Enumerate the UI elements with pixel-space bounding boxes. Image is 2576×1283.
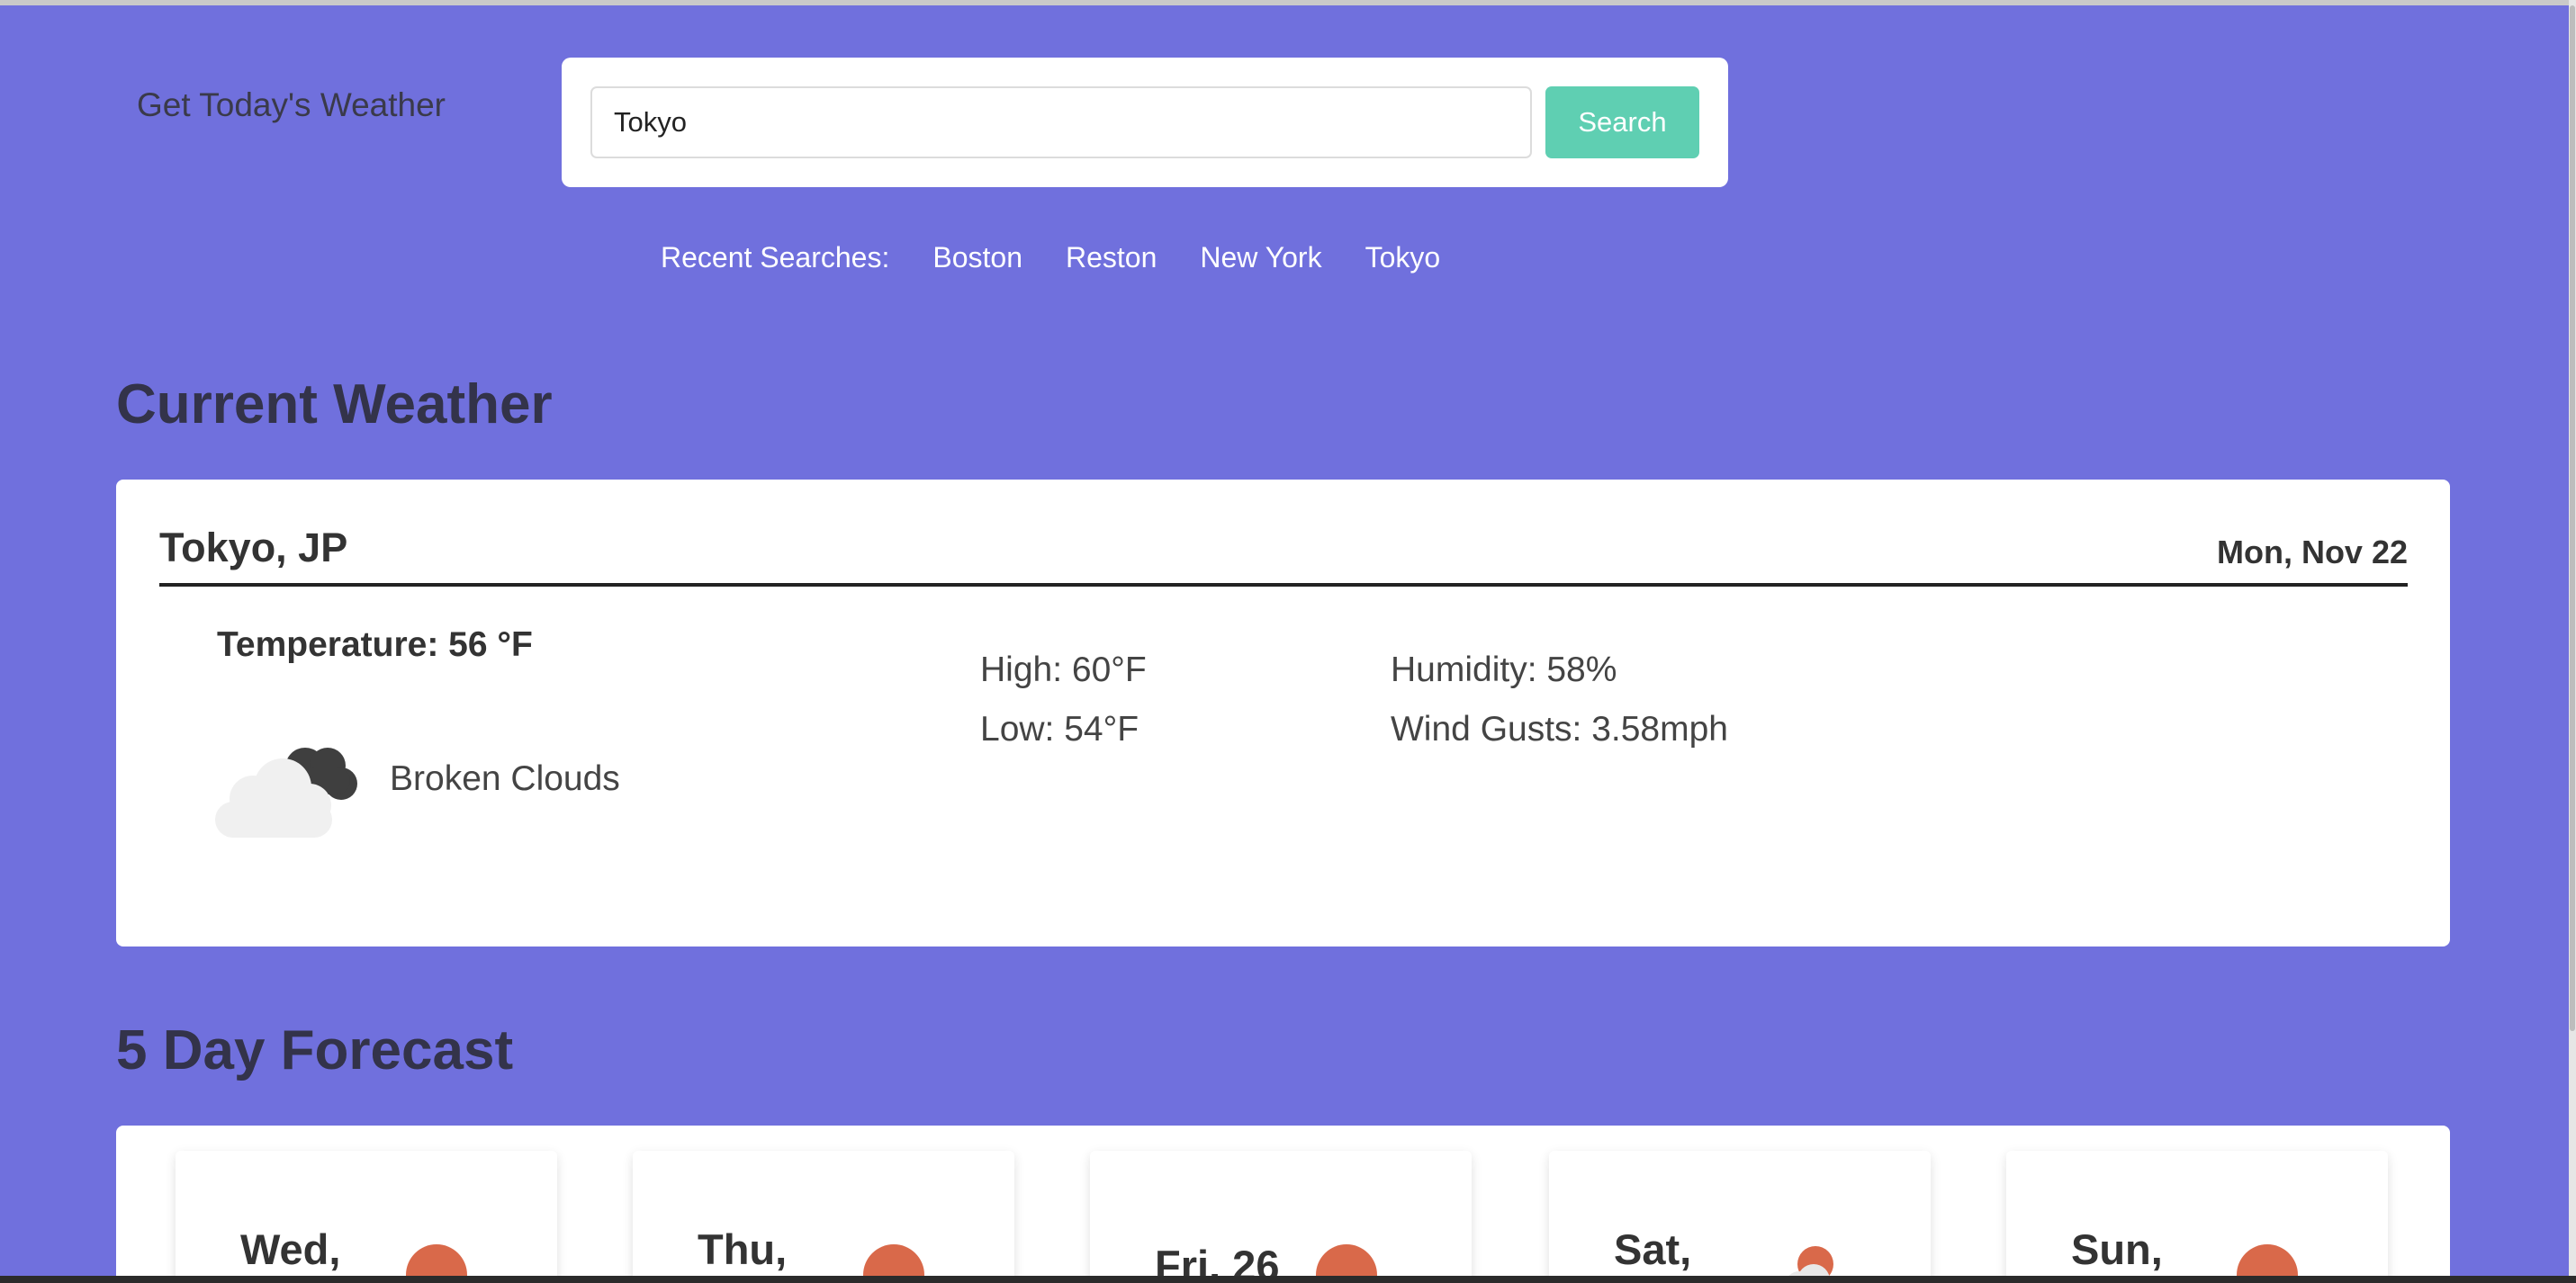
forecast-day: Fri, 26 bbox=[1155, 1242, 1280, 1276]
window-bottom-edge bbox=[0, 1276, 2576, 1283]
search-button[interactable]: Search bbox=[1545, 86, 1699, 158]
current-weather-header: Tokyo, JP Mon, Nov 22 bbox=[159, 523, 2408, 587]
app-title: Get Today's Weather bbox=[137, 86, 446, 123]
forecast-day: Thu, bbox=[698, 1225, 788, 1273]
condition-text: Broken Clouds bbox=[390, 759, 620, 798]
forecast-day: Wed, bbox=[240, 1225, 341, 1273]
forecast-card: Sun, bbox=[2006, 1151, 2388, 1276]
forecast-card: Thu, bbox=[633, 1151, 1014, 1276]
humidity: Humidity: 58% bbox=[1391, 650, 1617, 689]
recent-search-tokyo[interactable]: Tokyo bbox=[1365, 241, 1441, 274]
forecast-panel: Wed, Thu, Fri, 26 Sat, Sun, bbox=[116, 1126, 2450, 1276]
broken-clouds-icon bbox=[215, 748, 357, 838]
recent-searches-label: Recent Searches: bbox=[661, 241, 890, 274]
forecast-day: Sun, bbox=[2071, 1225, 2163, 1273]
search-panel: Search bbox=[562, 58, 1728, 187]
forecast-heading: 5 Day Forecast bbox=[116, 1019, 514, 1081]
sun-icon bbox=[2237, 1244, 2298, 1276]
wind-gusts: Wind Gusts: 3.58mph bbox=[1391, 710, 1728, 749]
recent-search-boston[interactable]: Boston bbox=[932, 241, 1022, 274]
sun-icon bbox=[1316, 1244, 1377, 1276]
forecast-card: Wed, bbox=[176, 1151, 557, 1276]
recent-search-reston[interactable]: Reston bbox=[1066, 241, 1157, 274]
scrollbar-thumb[interactable] bbox=[2570, 5, 2575, 1031]
current-weather-heading: Current Weather bbox=[116, 373, 553, 435]
forecast-card: Fri, 26 bbox=[1090, 1151, 1472, 1276]
sun-cloud-icon bbox=[1788, 1246, 1833, 1276]
sun-icon bbox=[406, 1244, 467, 1276]
current-date: Mon, Nov 22 bbox=[2216, 534, 2408, 570]
forecast-card: Sat, bbox=[1549, 1151, 1931, 1276]
city-name: Tokyo, JP bbox=[159, 525, 348, 570]
search-input[interactable] bbox=[590, 86, 1532, 158]
recent-search-new-york[interactable]: New York bbox=[1200, 241, 1321, 274]
scrollbar[interactable] bbox=[2569, 0, 2576, 1283]
forecast-day: Sat, bbox=[1614, 1225, 1692, 1273]
high-temperature: High: 60°F bbox=[980, 650, 1147, 689]
sun-icon bbox=[863, 1244, 924, 1276]
current-temperature: Temperature: 56 °F bbox=[217, 625, 533, 664]
low-temperature: Low: 54°F bbox=[980, 710, 1139, 749]
current-weather-card: Tokyo, JP Mon, Nov 22 Temperature: 56 °F… bbox=[116, 480, 2450, 947]
page: Get Today's Weather Search Recent Search… bbox=[0, 0, 2569, 1276]
recent-searches: Recent Searches: Boston Reston New York … bbox=[661, 241, 1483, 274]
